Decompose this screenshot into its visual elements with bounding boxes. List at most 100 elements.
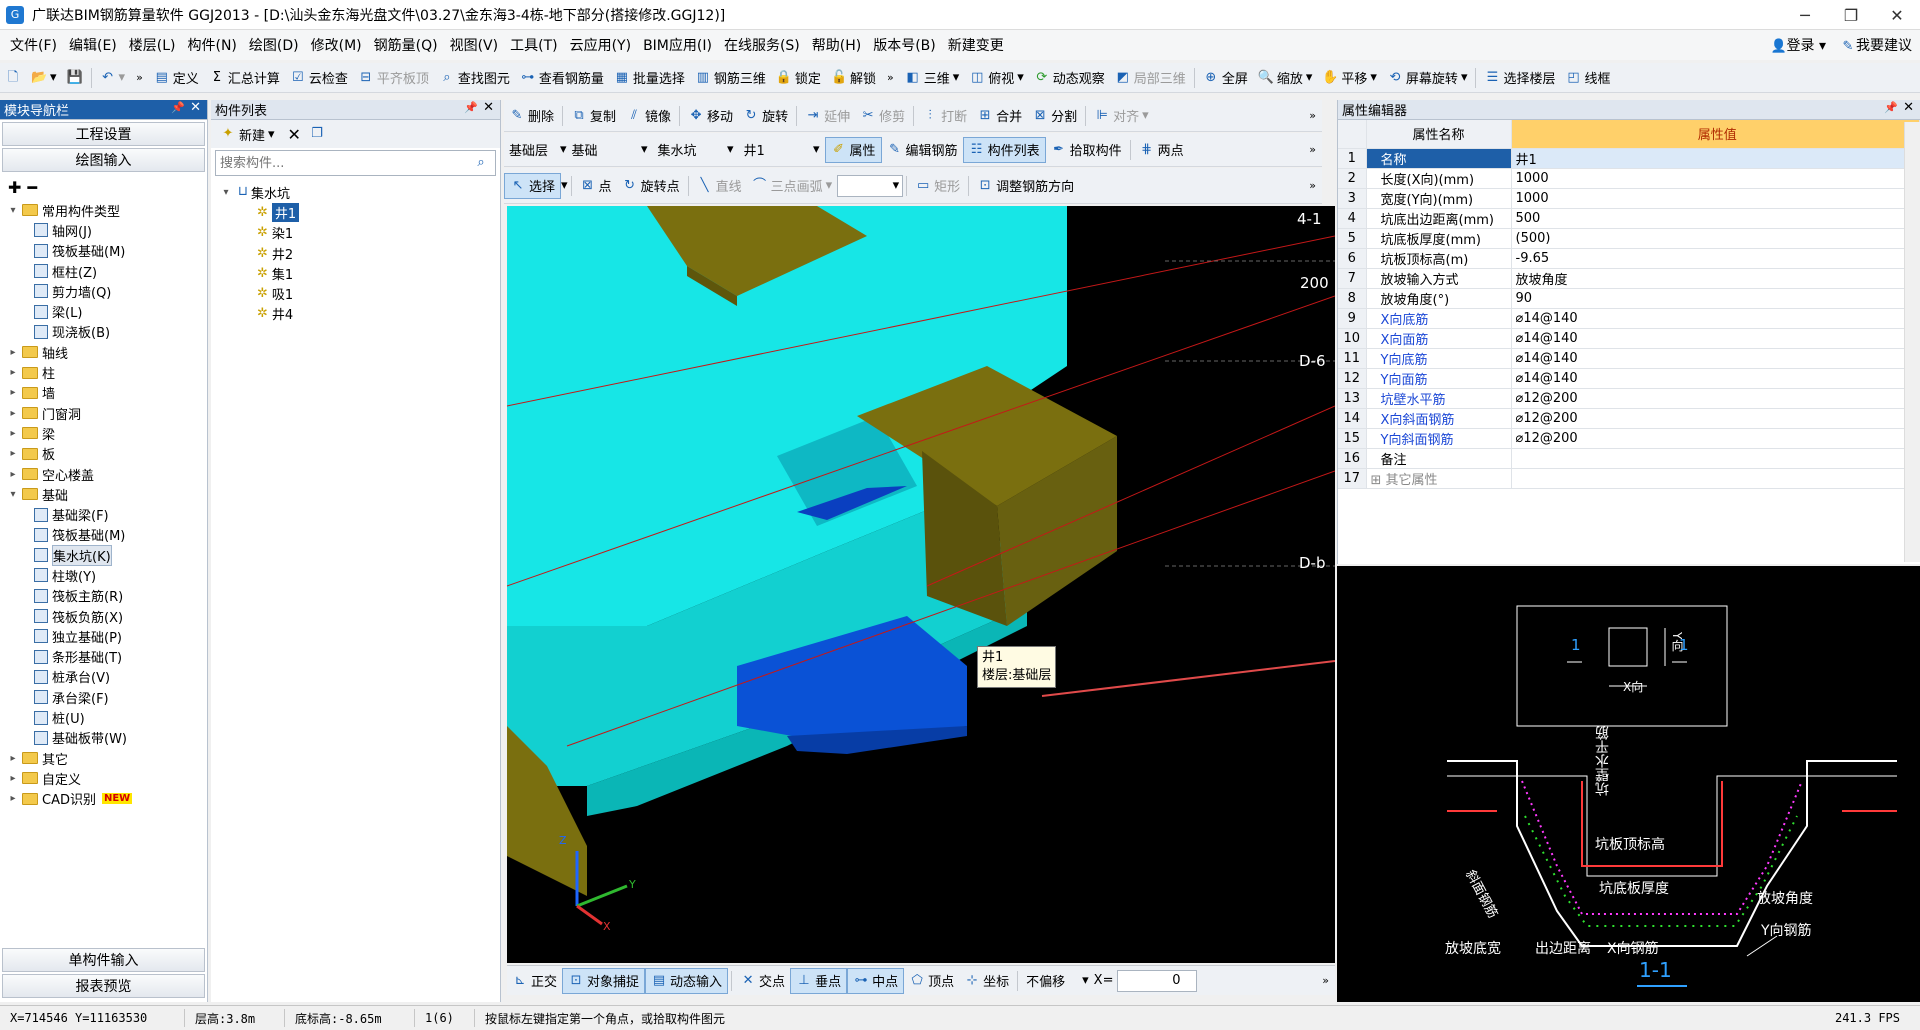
- overflow-chevron-icon[interactable]: »: [1309, 109, 1316, 122]
- menu-item[interactable]: 新建变更: [942, 35, 1010, 55]
- mirror-button[interactable]: ⫽ 镜像: [621, 103, 676, 129]
- menu-item[interactable]: 帮助(H): [806, 35, 867, 55]
- tree-item[interactable]: 承台梁(F): [8, 687, 207, 707]
- select-button[interactable]: ↖ 选择: [504, 172, 562, 199]
- property-row[interactable]: 10 X向面筋 ⌀14@140: [1338, 328, 1920, 349]
- arc-button[interactable]: ⌒ 三点画弧 ▾: [747, 173, 838, 199]
- floor-select[interactable]: 基础层: [504, 137, 560, 163]
- tree-item[interactable]: 筏板主筋(R): [8, 586, 207, 606]
- close-icon[interactable]: ✕: [483, 100, 494, 115]
- component-list-button[interactable]: ☷ 构件列表: [962, 136, 1046, 163]
- property-value[interactable]: ⌀12@200: [1511, 408, 1920, 429]
- copy-icon[interactable]: ❐: [309, 126, 325, 142]
- tree-item[interactable]: 现浇板(B): [8, 322, 207, 342]
- menu-item[interactable]: 修改(M): [305, 35, 368, 55]
- maximize-button[interactable]: ❐: [1828, 0, 1874, 30]
- property-value[interactable]: ⌀14@140: [1511, 308, 1920, 329]
- new-component-button[interactable]: ✦ 新建 ▾: [215, 121, 280, 147]
- cloud-check-button[interactable]: ☑ 云检查: [285, 65, 353, 91]
- line-button[interactable]: ╲ 直线: [692, 173, 747, 199]
- tree-item[interactable]: 条形基础(T): [8, 647, 207, 667]
- pin-icon[interactable]: 📌: [464, 101, 478, 114]
- tree-item[interactable]: 梁(L): [8, 301, 207, 321]
- collapse-arrow-icon[interactable]: ▾: [221, 187, 231, 198]
- fullscreen-button[interactable]: ⊕ 全屏: [1198, 65, 1253, 91]
- property-row[interactable]: 16 备注: [1338, 448, 1920, 469]
- menu-item[interactable]: 编辑(E): [63, 35, 123, 55]
- property-value[interactable]: [1511, 468, 1920, 489]
- property-row[interactable]: 3 宽度(Y向)(mm) 1000: [1338, 188, 1920, 209]
- expand-arrow-icon[interactable]: ▸: [8, 428, 18, 439]
- property-value[interactable]: 1000: [1511, 168, 1920, 189]
- tree-item[interactable]: 轴网(J): [8, 220, 207, 240]
- collapse-arrow-icon[interactable]: ▾: [8, 489, 18, 500]
- property-row[interactable]: 17 ⊞ 其它属性: [1338, 468, 1920, 489]
- new-file-button[interactable]: 🗋: [0, 65, 26, 91]
- undo-button[interactable]: ↶ ▾: [95, 65, 131, 91]
- rotate-point-button[interactable]: ↻ 旋转点: [617, 173, 685, 199]
- overflow-chevron-icon[interactable]: »: [1322, 974, 1329, 987]
- property-row[interactable]: 15 Y向斜面钢筋 ⌀12@200: [1338, 428, 1920, 449]
- property-row[interactable]: 14 X向斜面钢筋 ⌀12@200: [1338, 408, 1920, 429]
- report-preview-button[interactable]: 报表预览: [2, 974, 205, 998]
- tree-item[interactable]: 独立基础(P): [8, 626, 207, 646]
- property-value[interactable]: ⌀12@200: [1511, 388, 1920, 409]
- property-value[interactable]: ⌀12@200: [1511, 428, 1920, 449]
- tree-category[interactable]: ▸ CAD识别 NEW: [8, 789, 207, 809]
- expand-arrow-icon[interactable]: ▸: [8, 793, 18, 804]
- property-row[interactable]: 9 X向底筋 ⌀14@140: [1338, 308, 1920, 329]
- expand-arrow-icon[interactable]: ▸: [8, 367, 18, 378]
- property-value[interactable]: 1000: [1511, 188, 1920, 209]
- collapse-all-icon[interactable]: ━: [27, 178, 37, 197]
- menu-item[interactable]: BIM应用(I): [637, 35, 718, 55]
- unlock-button[interactable]: 🔓 解锁: [826, 65, 881, 91]
- property-row[interactable]: 1 名称 井1: [1338, 148, 1920, 169]
- tree-category[interactable]: ▸ 板: [8, 444, 207, 464]
- component-item[interactable]: ✲ 染1: [257, 223, 500, 243]
- wireframe-button[interactable]: ◰ 线框: [1560, 65, 1615, 91]
- menu-item[interactable]: 在线服务(S): [718, 35, 806, 55]
- expand-arrow-icon[interactable]: ▸: [8, 347, 18, 358]
- menu-item[interactable]: 绘图(D): [243, 35, 305, 55]
- menu-item[interactable]: 构件(N): [182, 35, 243, 55]
- tree-item[interactable]: 剪力墙(Q): [8, 281, 207, 301]
- property-row[interactable]: 7 放坡输入方式 放坡角度: [1338, 268, 1920, 289]
- tree-category[interactable]: ▸ 自定义: [8, 768, 207, 788]
- adjust-rebar-button[interactable]: ⊡ 调整钢筋方向: [972, 173, 1079, 199]
- three-d-button[interactable]: ◧ 三维 ▾: [900, 65, 965, 91]
- component-search-input[interactable]: [216, 152, 446, 174]
- tree-category[interactable]: ▸ 轴线: [8, 342, 207, 362]
- tree-root-sump[interactable]: ▾ ⊔ 集水坑: [221, 182, 500, 202]
- overflow-chevron-icon[interactable]: »: [136, 71, 143, 84]
- dropdown-arrow-icon[interactable]: ▾: [561, 178, 568, 193]
- overflow-chevron-icon[interactable]: »: [1309, 143, 1316, 156]
- move-button[interactable]: ✥ 移动: [683, 103, 738, 129]
- component-item[interactable]: ✲ 井4: [257, 304, 500, 324]
- tree-item[interactable]: 柱墩(Y): [8, 565, 207, 585]
- element-select[interactable]: 井1 ▾: [739, 137, 825, 163]
- ortho-button[interactable]: ⊾ 正交: [507, 968, 562, 994]
- tree-item[interactable]: 基础梁(F): [8, 504, 207, 524]
- dynamic-input-button[interactable]: ▤ 动态输入: [645, 967, 729, 994]
- expand-group-icon[interactable]: ⊞: [1371, 473, 1386, 488]
- object-snap-button[interactable]: ⊡ 对象捕捉: [562, 967, 646, 994]
- expand-arrow-icon[interactable]: ▸: [8, 448, 18, 459]
- tree-item[interactable]: 桩承台(V): [8, 667, 207, 687]
- drawing-input-button[interactable]: 绘图输入: [2, 148, 205, 172]
- menu-item[interactable]: 楼层(L): [123, 35, 182, 55]
- edit-rebar-button[interactable]: ✎ 编辑钢筋: [882, 137, 963, 163]
- property-value[interactable]: 井1: [1511, 148, 1920, 169]
- screen-rotate-button[interactable]: ⟲ 屏幕旋转 ▾: [1382, 65, 1473, 91]
- view-rebar-button[interactable]: ⊶ 查看钢筋量: [515, 65, 609, 91]
- expand-all-icon[interactable]: ✚: [8, 178, 21, 197]
- component-item[interactable]: ✲ 井2: [257, 243, 500, 263]
- delete-icon[interactable]: ✕: [288, 125, 301, 144]
- menu-item[interactable]: 钢筋量(Q): [368, 35, 444, 55]
- menu-item[interactable]: 云应用(Y): [564, 35, 637, 55]
- open-button[interactable]: 📂 ▾: [26, 65, 62, 91]
- collapse-arrow-icon[interactable]: ▾: [8, 205, 18, 216]
- copy-button[interactable]: ⧉ 复制: [566, 103, 621, 129]
- property-value[interactable]: -9.65: [1511, 248, 1920, 269]
- expand-arrow-icon[interactable]: ▸: [8, 387, 18, 398]
- tree-category[interactable]: ▸ 空心楼盖: [8, 464, 207, 484]
